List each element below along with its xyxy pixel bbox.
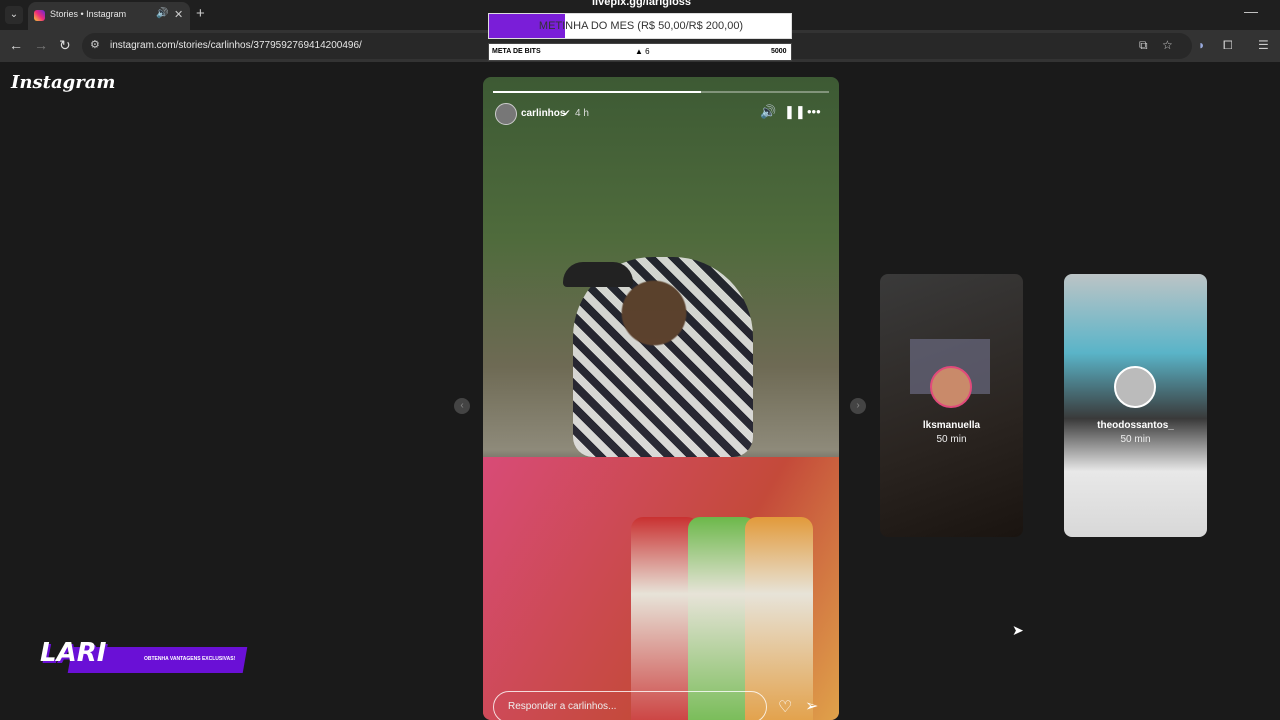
lari-promo-text: OBTENHA VANTAGENS EXCLUSIVAS! <box>144 656 236 662</box>
speaker-icon[interactable]: 🔊 <box>156 8 168 19</box>
meta-text: METINHA DO MES (R$ 50,00/R$ 200,00) <box>538 20 744 32</box>
reply-placeholder: Responder a carlinhos... <box>508 701 617 712</box>
next-story-arrow-icon[interactable]: › <box>850 398 866 414</box>
reload-icon[interactable]: ↻ <box>59 37 71 54</box>
heart-icon[interactable]: ♡ <box>778 697 792 717</box>
site-info-icon[interactable]: ⚙ <box>90 38 100 51</box>
preview-time: 50 min <box>936 434 967 445</box>
bits-count-value: 6 <box>645 47 650 56</box>
previous-story-arrow-icon[interactable]: ‹ <box>454 398 470 414</box>
menu-icon[interactable]: ☰ <box>1258 38 1269 52</box>
send-icon[interactable]: ➢ <box>805 696 818 716</box>
story-preview-lksmanuella[interactable]: lksmanuella 50 min <box>880 274 1023 537</box>
story-time: 4 h <box>575 108 589 119</box>
volume-icon[interactable]: 🔊 <box>760 104 776 120</box>
bits-label: META DE BITS <box>492 48 541 55</box>
meta-progress-bar: METINHA DO MES (R$ 50,00/R$ 200,00) <box>488 13 792 39</box>
install-app-icon[interactable]: ⧉ <box>1139 38 1148 53</box>
url-text[interactable]: instagram.com/stories/carlinhos/37795927… <box>110 40 362 51</box>
bits-goal-bar: META DE BITS ▲ 6 5000 <box>488 43 792 61</box>
pause-icon[interactable]: ❚❚ <box>784 104 806 120</box>
story-username[interactable]: carlinhos <box>521 108 565 119</box>
bits-count: ▲ 6 <box>635 47 650 56</box>
lari-banner: LARI OBTENHA VANTAGENS EXCLUSIVAS! <box>40 638 248 676</box>
livepix-overlay: livepix.gg/larigloss METINHA DO MES (R$ … <box>488 0 792 62</box>
story-progress-fill <box>493 91 702 93</box>
bits-goal: 5000 <box>771 48 787 55</box>
mouse-cursor-icon: ➤ <box>1012 622 1024 638</box>
preview-username: theodossantos_ <box>1097 420 1174 431</box>
avatar <box>930 366 972 408</box>
extension-icon[interactable]: ◗ <box>1198 38 1205 52</box>
tab-search-button[interactable]: ⌄ <box>5 6 23 24</box>
story-image-person <box>573 257 753 457</box>
verified-badge-icon: ✔ <box>563 108 571 118</box>
preview-time: 50 min <box>1120 434 1151 445</box>
close-tab-icon[interactable]: ✕ <box>174 8 183 21</box>
forward-arrow-icon[interactable]: → <box>34 37 48 53</box>
reply-input[interactable]: Responder a carlinhos... <box>493 691 767 720</box>
livepix-url: livepix.gg/larigloss <box>592 0 692 8</box>
avatar <box>1114 366 1156 408</box>
story-image-cap <box>563 262 633 287</box>
bookmark-star-icon[interactable]: ☆ <box>1162 38 1173 52</box>
new-tab-button[interactable]: + <box>196 5 205 22</box>
back-arrow-icon[interactable]: ← <box>9 37 23 53</box>
instagram-logo[interactable]: Instagram <box>11 72 115 93</box>
puzzle-extensions-icon[interactable]: ⧠ <box>1223 38 1233 53</box>
story-preview-theodossantos[interactable]: theodossantos_ 50 min <box>1064 274 1207 537</box>
instagram-favicon-icon <box>34 10 45 21</box>
story-image-can-orange <box>745 517 813 720</box>
minimize-button[interactable]: — <box>1244 3 1258 19</box>
lari-logo: LARI <box>40 638 107 668</box>
preview-username: lksmanuella <box>922 420 981 431</box>
more-options-icon[interactable]: ••• <box>807 104 821 119</box>
instagram-page: Instagram ‹ › carlinhos ✔ 4 h 🔊 ❚❚ ••• R… <box>0 62 1280 720</box>
tab-instagram[interactable]: Stories • Instagram 🔊 ✕ <box>28 2 190 30</box>
tab-title: Stories • Instagram <box>50 9 127 19</box>
story-progress-bar <box>493 91 829 93</box>
avatar[interactable] <box>495 103 517 125</box>
story-viewer[interactable]: carlinhos ✔ 4 h 🔊 ❚❚ ••• Responder a car… <box>483 77 839 720</box>
